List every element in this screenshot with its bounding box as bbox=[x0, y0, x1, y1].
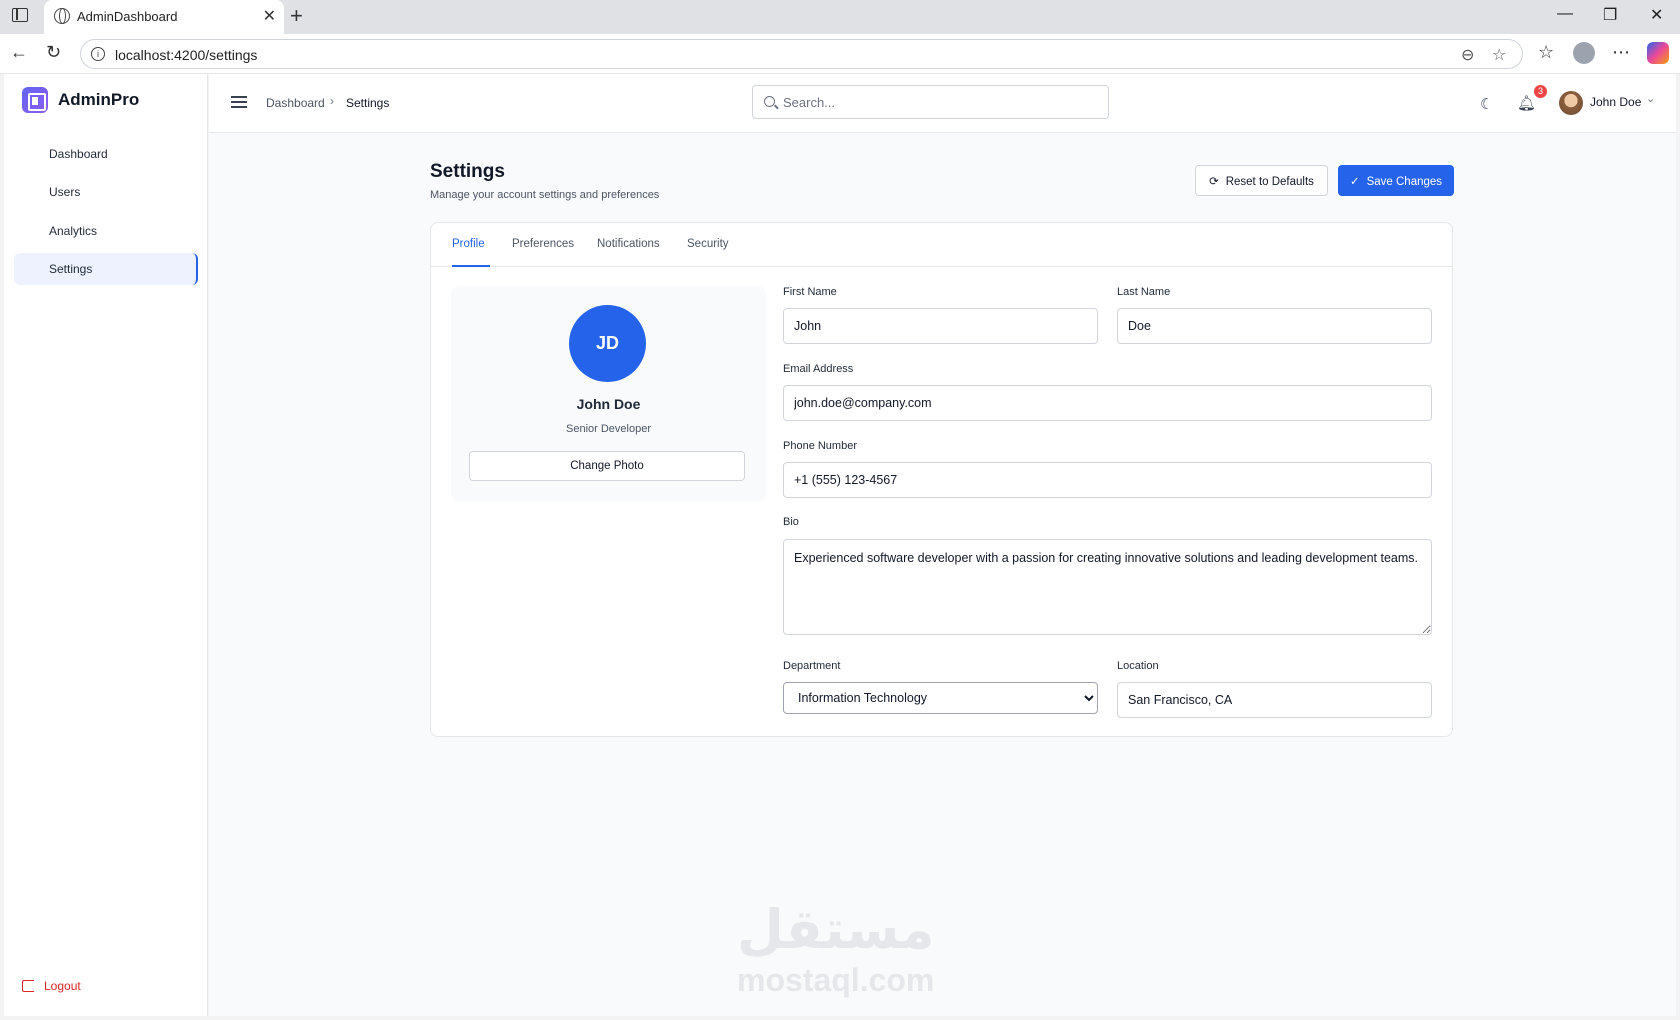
user-avatar[interactable] bbox=[1559, 91, 1583, 115]
close-tab-icon[interactable]: ✕ bbox=[263, 6, 276, 26]
window-close-icon[interactable]: ✕ bbox=[1650, 5, 1663, 25]
site-info-icon[interactable]: i bbox=[91, 47, 105, 61]
logout-button[interactable]: Logout bbox=[22, 979, 81, 993]
location-field[interactable] bbox=[1117, 682, 1432, 718]
refresh-icon[interactable]: ↻ bbox=[46, 42, 61, 63]
reset-defaults-button[interactable]: ⟳ Reset to Defaults bbox=[1195, 165, 1328, 196]
browser-profile-icon[interactable] bbox=[1573, 42, 1595, 64]
main-content: Settings Manage your account settings an… bbox=[209, 133, 1676, 1016]
notification-badge: 3 bbox=[1534, 85, 1547, 98]
browser-tab-bar: AdminDashboard ✕ + — ❐ ✕ bbox=[0, 0, 1680, 34]
app-logo-icon bbox=[22, 87, 48, 113]
first-name-field[interactable] bbox=[783, 308, 1098, 344]
dark-mode-icon[interactable]: ☾ bbox=[1480, 95, 1493, 113]
email-label: Email Address bbox=[783, 363, 854, 375]
new-tab-icon[interactable]: + bbox=[290, 3, 303, 29]
logout-label: Logout bbox=[44, 979, 81, 993]
search-icon bbox=[764, 96, 775, 107]
bio-textarea[interactable]: Experienced software developer with a pa… bbox=[783, 539, 1432, 635]
page-title: Settings bbox=[430, 161, 505, 182]
restore-icon[interactable]: ❐ bbox=[1603, 5, 1617, 25]
department-select[interactable]: Information Technology bbox=[783, 682, 1098, 714]
globe-icon bbox=[54, 8, 70, 24]
check-icon: ✓ bbox=[1349, 175, 1360, 188]
url-field[interactable]: i localhost:4200/settings ⊖ ☆ bbox=[80, 39, 1523, 69]
sidebar-item-users[interactable]: Users bbox=[14, 176, 198, 208]
more-menu-icon[interactable]: ⋯ bbox=[1612, 42, 1630, 63]
last-name-label: Last Name bbox=[1117, 286, 1171, 298]
copilot-icon[interactable] bbox=[1647, 42, 1669, 64]
tab-actions-icon[interactable] bbox=[12, 8, 28, 22]
profile-name: John Doe bbox=[576, 396, 641, 412]
sidebar-item-analytics[interactable]: Analytics bbox=[14, 215, 198, 247]
change-photo-button[interactable]: Change Photo bbox=[469, 451, 745, 481]
browser-address-bar: ← ↻ i localhost:4200/settings ⊖ ☆ ☆ ⋯ bbox=[0, 34, 1680, 74]
browser-tab[interactable]: AdminDashboard ✕ bbox=[44, 0, 284, 34]
page-subtitle: Manage your account settings and prefere… bbox=[430, 189, 660, 201]
search-box[interactable] bbox=[752, 85, 1109, 119]
watermark-text: mostaql.com bbox=[737, 962, 935, 998]
breadcrumb-dashboard[interactable]: Dashboard bbox=[266, 96, 325, 110]
bio-label: Bio bbox=[783, 516, 799, 528]
back-icon[interactable]: ← bbox=[10, 42, 28, 63]
app-name: AdminPro bbox=[58, 90, 140, 109]
profile-panel: JD John Doe Senior Developer Change Phot… bbox=[451, 286, 766, 501]
active-tab-indicator bbox=[452, 265, 490, 267]
url-text: localhost:4200/settings bbox=[115, 47, 258, 63]
notification-bell-icon[interactable]: 🔔︎ bbox=[1517, 94, 1536, 112]
logout-icon bbox=[22, 980, 34, 992]
favorites-icon[interactable]: ☆ bbox=[1538, 42, 1554, 63]
reset-icon: ⟳ bbox=[1209, 175, 1219, 188]
reset-label: Reset to Defaults bbox=[1225, 175, 1314, 188]
first-name-label: First Name bbox=[783, 286, 837, 298]
tab-profile[interactable]: Profile bbox=[452, 238, 485, 250]
settings-card: Profile Preferences Notifications Securi… bbox=[430, 222, 1453, 737]
breadcrumb-settings: Settings bbox=[346, 96, 390, 110]
last-name-field[interactable] bbox=[1117, 308, 1432, 344]
tab-preferences[interactable]: Preferences bbox=[512, 238, 574, 250]
tab-title: AdminDashboard bbox=[77, 9, 178, 24]
watermark-logo: مستقل bbox=[737, 898, 935, 961]
tab-notifications[interactable]: Notifications bbox=[597, 238, 660, 250]
minimize-icon[interactable]: — bbox=[1557, 5, 1573, 23]
profile-role: Senior Developer bbox=[566, 423, 651, 435]
sidebar-item-settings[interactable]: Settings bbox=[14, 253, 198, 285]
settings-tabs: Profile Preferences Notifications Securi… bbox=[431, 223, 1452, 267]
favorite-star-icon[interactable]: ☆ bbox=[1492, 45, 1506, 65]
zoom-icon[interactable]: ⊖ bbox=[1461, 45, 1474, 65]
search-input[interactable] bbox=[783, 86, 1103, 118]
sidebar-item-dashboard[interactable]: Dashboard bbox=[14, 138, 198, 170]
breadcrumb-chevron-icon: › bbox=[330, 94, 334, 108]
phone-label: Phone Number bbox=[783, 440, 857, 452]
department-label: Department bbox=[783, 660, 841, 672]
location-label: Location bbox=[1117, 660, 1159, 672]
save-label: Save Changes bbox=[1366, 175, 1443, 188]
phone-field[interactable] bbox=[783, 462, 1432, 498]
email-field[interactable] bbox=[783, 385, 1432, 421]
chevron-down-icon[interactable]: ⌄ bbox=[1646, 92, 1655, 105]
profile-avatar: JD bbox=[569, 305, 646, 382]
save-changes-button[interactable]: ✓ Save Changes bbox=[1338, 165, 1454, 196]
app-header: Dashboard › Settings ☾ 🔔︎ 3 John Doe ⌄ bbox=[209, 74, 1676, 133]
user-menu-name[interactable]: John Doe bbox=[1590, 95, 1641, 109]
sidebar: AdminPro Dashboard Users Analytics Setti… bbox=[4, 74, 208, 1016]
tab-security[interactable]: Security bbox=[687, 238, 729, 250]
menu-toggle-icon[interactable] bbox=[231, 96, 247, 108]
